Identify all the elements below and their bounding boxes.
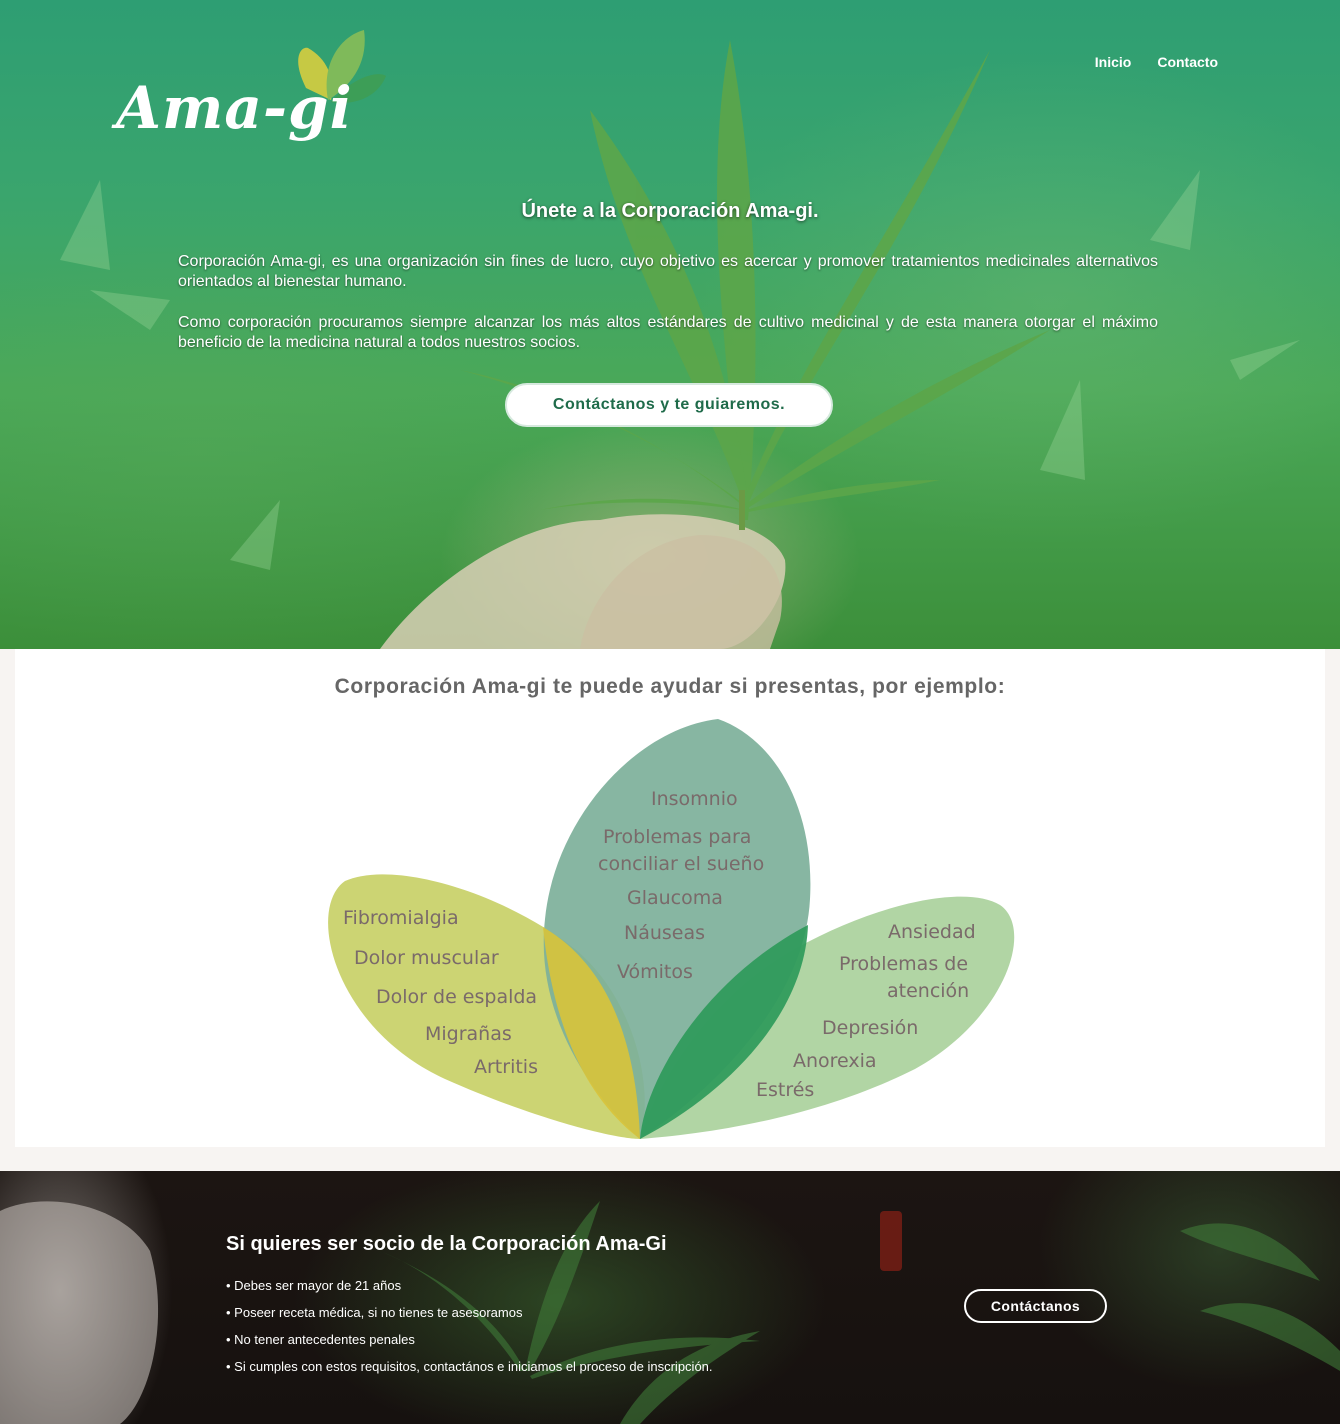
main-nav: Inicio Contacto — [1095, 54, 1218, 70]
requirements-list: • Debes ser mayor de 21 años • Poseer re… — [226, 1272, 713, 1380]
hero-title: Únete a la Corporación Ama-gi. — [521, 200, 819, 222]
left-label-3: Dolor de espalda — [376, 986, 538, 1008]
nav-inicio[interactable]: Inicio — [1095, 54, 1132, 70]
requirement-item: • Si cumples con estos requisitos, conta… — [226, 1359, 713, 1374]
left-label-2: Dolor muscular — [354, 947, 499, 969]
hero-paragraph-1: Corporación Ama-gi, es una organización … — [178, 253, 1158, 290]
logo[interactable]: Ama-gi — [116, 28, 396, 158]
membership-section: Si quieres ser socio de la Corporación A… — [0, 1171, 1340, 1424]
hero-paragraph-2: Como corporación procuramos siempre alca… — [178, 314, 1158, 351]
logo-text: Ama-gi — [116, 74, 353, 142]
requirement-item: • Poseer receta médica, si no tienes te … — [226, 1305, 523, 1320]
center-label-6: Vómitos — [617, 961, 693, 983]
center-label-5: Náuseas — [624, 922, 706, 944]
left-label-1: Fibromialgia — [343, 907, 459, 929]
right-label-4: Depresión — [822, 1017, 919, 1039]
right-label-1: Ansiedad — [888, 921, 976, 943]
right-label-3: atención — [887, 980, 970, 1002]
left-label-4: Migrañas — [425, 1023, 512, 1045]
right-label-6: Estrés — [756, 1079, 815, 1101]
membership-title: Si quieres ser socio de la Corporación A… — [226, 1233, 667, 1255]
requirement-item: • No tener antecedentes penales — [226, 1332, 415, 1347]
center-label-1: Insomnio — [651, 788, 738, 810]
center-label-2: Problemas para — [603, 826, 752, 848]
requirement-item: • Debes ser mayor de 21 años — [226, 1278, 402, 1293]
right-label-2: Problemas de — [839, 953, 969, 975]
center-label-3: conciliar el sueño — [598, 853, 765, 875]
hero-section: Ama-gi Inicio Contacto Únete a la Corpor… — [0, 0, 1340, 649]
left-label-5: Artritis — [474, 1056, 538, 1078]
hero-contact-button[interactable]: Contáctanos y te guiaremos. — [505, 383, 833, 427]
conditions-section: Corporación Ama-gi te puede ayudar si pr… — [15, 649, 1325, 1147]
nav-contacto[interactable]: Contacto — [1157, 54, 1218, 70]
membership-contact-button[interactable]: Contáctanos — [964, 1289, 1107, 1323]
center-label-4: Glaucoma — [627, 887, 723, 909]
right-label-5: Anorexia — [793, 1050, 877, 1072]
